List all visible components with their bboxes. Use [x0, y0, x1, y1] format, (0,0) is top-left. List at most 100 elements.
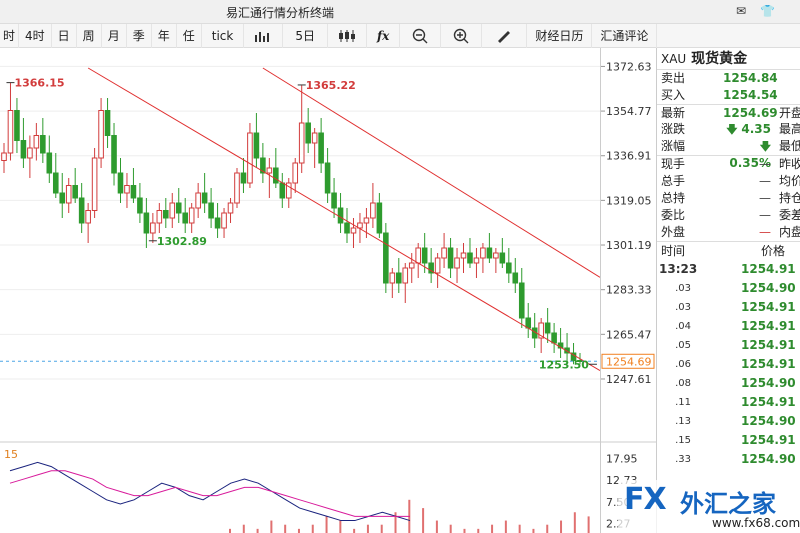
quote-value: 1254.69 [723, 105, 778, 122]
bar-chart-icon[interactable] [244, 23, 284, 48]
quote-label: 卖出 [661, 71, 686, 85]
candle-body [214, 217, 221, 229]
period-tick[interactable]: tick [202, 23, 245, 48]
candle-body [480, 247, 486, 259]
tick-time: .11 [675, 397, 691, 408]
five-day-button[interactable]: 5日 [283, 23, 328, 48]
economic-calendar-button[interactable]: 财经日历 [527, 23, 593, 48]
detail-row: 外盘 — 内盘 [657, 224, 800, 241]
candle-body [117, 172, 124, 194]
quote-value-text: 4.35 [741, 122, 771, 136]
zoom-out-icon[interactable] [400, 23, 442, 48]
tick-time: .06 [675, 359, 691, 370]
candle-body [544, 322, 551, 334]
draw-pen-icon[interactable] [482, 23, 528, 48]
tick-time: 13:23 [659, 262, 698, 276]
watermark-logo: FX [624, 482, 667, 517]
candle-body [292, 162, 299, 184]
period-custom[interactable]: 任 [177, 23, 202, 48]
current-price-label: 1254.69 [606, 355, 652, 368]
tick-price: 1254.90 [741, 376, 796, 390]
y-tick-label: 1372.63 [606, 60, 652, 73]
tick-time: .04 [675, 321, 691, 332]
symbol-name: 现货黄金 [691, 51, 748, 67]
candle-body [499, 252, 506, 264]
candle-body [124, 185, 130, 194]
candle-body [331, 192, 337, 209]
candle-body [421, 247, 428, 264]
detail-right-label: 均价 [779, 174, 800, 188]
candle-body [337, 207, 344, 224]
tick-row: .06 1254.91 [657, 355, 800, 374]
period-month[interactable]: 月 [102, 23, 127, 48]
quote-value-text: 1254.84 [723, 71, 778, 85]
y-tick-label: 1247.61 [606, 373, 652, 386]
candle-body [395, 272, 402, 284]
candle-body [72, 185, 78, 199]
quote-row: 涨跌 🡇 4.35 最高 [657, 121, 800, 138]
candle-body [188, 207, 195, 224]
period-4hour[interactable]: 4时 [19, 23, 52, 48]
tick-row: .04 1254.91 [657, 317, 800, 336]
y-tick-label: 1354.77 [606, 105, 652, 118]
detail-label: 现手 [661, 157, 686, 171]
candle-body [512, 272, 519, 284]
period-year[interactable]: 年 [152, 23, 177, 48]
candle-body [279, 182, 286, 199]
chart-canvas[interactable]: 1366.15 1365.22 1302.89 1253.50 15 [0, 48, 631, 533]
candle-body [182, 212, 189, 224]
detail-label: 外盘 [661, 225, 686, 239]
candle-body [370, 202, 376, 219]
quote-value: 1254.84 [723, 70, 778, 87]
candle-body [376, 202, 383, 234]
quote-value: 🡇 4.35 [723, 121, 771, 138]
price-chart[interactable]: 1366.15 1365.22 1302.89 1253.50 15 [0, 48, 631, 533]
zoom-in-icon[interactable] [441, 23, 483, 48]
period-hour[interactable]: 时 [0, 23, 20, 48]
quote-row: 最新 1254.69开盘 [657, 104, 800, 121]
candle-body [111, 135, 117, 174]
period-day[interactable]: 日 [52, 23, 77, 48]
quote-right-label: 最高 [779, 122, 800, 136]
detail-right-label: 持仓 [779, 191, 800, 205]
candlestick-icon[interactable] [328, 23, 367, 48]
y-tick-label: 1336.91 [606, 150, 652, 163]
tick-time: .08 [675, 378, 691, 389]
tick-row: .33 1254.90 [657, 450, 800, 469]
detail-value: — [759, 208, 771, 222]
quote-value-text: 1254.54 [723, 88, 778, 102]
tick-row: .08 1254.90 [657, 374, 800, 393]
detail-value: — [759, 191, 771, 205]
tick-row: .15 1254.91 [657, 431, 800, 450]
tick-price: 1254.90 [741, 452, 796, 466]
detail-right-label: 内盘 [779, 225, 800, 239]
detail-label: 总手 [661, 174, 686, 188]
mail-icon[interactable]: ✉ [734, 5, 748, 18]
indicator-tick-label: 17.95 [606, 453, 638, 466]
candle-body [201, 192, 208, 204]
candle-body [240, 172, 247, 184]
tick-time-header: 时间 [661, 244, 686, 258]
candle-body [137, 197, 143, 214]
detail-value: — [759, 225, 771, 239]
quote-row: 涨幅🡇 0.35%最低 [657, 138, 800, 170]
candle-body [383, 232, 389, 284]
period-quarter[interactable]: 季 [127, 23, 152, 48]
tick-row: .03 1254.91 [657, 298, 800, 317]
candle-body [20, 140, 27, 159]
tick-row: .11 1254.91 [657, 393, 800, 412]
commentary-button[interactable]: 汇通评论 [592, 23, 658, 48]
candle-body [78, 197, 85, 224]
tick-price: 1254.90 [741, 281, 796, 295]
candle-body [98, 110, 104, 159]
tick-time: .03 [675, 302, 691, 313]
quote-label: 买入 [661, 88, 686, 102]
period-week[interactable]: 周 [77, 23, 102, 48]
candle-body [350, 227, 357, 234]
candle-body [298, 122, 305, 164]
tick-time: .15 [675, 435, 691, 446]
candle-body [175, 202, 182, 214]
shirt-icon[interactable]: 👕 [760, 5, 775, 18]
function-icon[interactable]: fx [367, 23, 401, 48]
y-tick-label: 1301.19 [606, 239, 652, 252]
